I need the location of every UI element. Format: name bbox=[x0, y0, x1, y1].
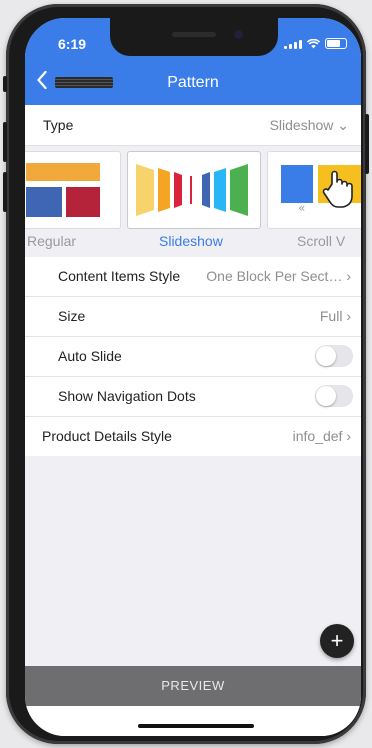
status-time: 6:19 bbox=[58, 36, 87, 52]
product-details-style-row[interactable]: Product Details Style info_def › bbox=[25, 417, 361, 456]
size-label: Size bbox=[58, 308, 86, 324]
home-indicator[interactable] bbox=[138, 724, 254, 728]
svg-text:«: « bbox=[298, 201, 305, 215]
show-navigation-dots-row: Show Navigation Dots bbox=[25, 377, 361, 417]
type-row[interactable]: Type Slideshow ⌄ bbox=[25, 105, 361, 146]
show-navigation-dots-toggle[interactable] bbox=[315, 385, 353, 407]
product-details-style-value: info_def › bbox=[292, 428, 351, 444]
wifi-icon bbox=[307, 39, 320, 49]
content-items-style-row[interactable]: Content Items Style One Block Per Sect… … bbox=[25, 257, 361, 297]
status-icons bbox=[284, 38, 347, 49]
battery-icon bbox=[325, 38, 347, 49]
size-value: Full › bbox=[319, 308, 351, 324]
pattern-label-slideshow: Slideshow bbox=[159, 233, 223, 249]
plus-icon: + bbox=[330, 628, 344, 653]
add-button[interactable]: + bbox=[320, 624, 354, 658]
page-title: Pattern bbox=[167, 74, 219, 91]
slideshow-pattern-thumbnail bbox=[136, 164, 248, 216]
auto-slide-toggle[interactable] bbox=[315, 345, 353, 367]
pattern-label-scroll: Scroll V bbox=[297, 233, 346, 249]
volume-up-button bbox=[3, 122, 7, 162]
phone-screen: 6:19 Pattern Type Slideshow ⌄ « Regular … bbox=[25, 18, 361, 736]
speaker bbox=[172, 32, 216, 37]
settings-list: Content Items Style One Block Per Sect… … bbox=[25, 257, 361, 456]
type-value[interactable]: Slideshow ⌄ bbox=[270, 117, 349, 134]
type-label: Type bbox=[43, 117, 74, 133]
pattern-selector: « Regular Slideshow Scroll V bbox=[25, 151, 361, 257]
pattern-card-regular[interactable] bbox=[25, 151, 121, 229]
content-items-style-value: One Block Per Sect… › bbox=[206, 268, 351, 284]
notch bbox=[110, 18, 278, 56]
show-navigation-dots-label: Show Navigation Dots bbox=[58, 388, 196, 404]
volume-down-button bbox=[3, 172, 7, 212]
pattern-card-slideshow[interactable] bbox=[127, 151, 261, 229]
product-details-style-label: Product Details Style bbox=[42, 428, 172, 444]
size-row[interactable]: Size Full › bbox=[25, 297, 361, 337]
auto-slide-label: Auto Slide bbox=[58, 348, 122, 364]
power-button bbox=[365, 114, 369, 174]
regular-pattern-thumbnail bbox=[26, 163, 100, 217]
preview-button[interactable]: PREVIEW bbox=[25, 666, 361, 706]
content-items-style-label: Content Items Style bbox=[58, 268, 181, 284]
phone-frame: 6:19 Pattern Type Slideshow ⌄ « Regular … bbox=[3, 4, 369, 744]
signal-icon bbox=[284, 40, 302, 49]
front-camera bbox=[234, 30, 243, 39]
auto-slide-row: Auto Slide bbox=[25, 337, 361, 377]
mute-switch bbox=[3, 76, 7, 92]
scroll-pattern-thumbnail: « bbox=[281, 165, 361, 215]
pattern-card-scroll[interactable]: « bbox=[267, 151, 361, 229]
pattern-label-regular: Regular bbox=[27, 233, 77, 249]
home-indicator-area bbox=[25, 706, 361, 736]
